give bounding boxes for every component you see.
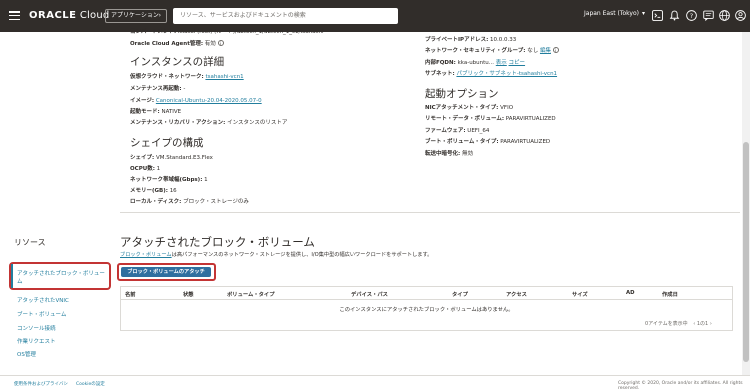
column-header-state[interactable]: 状態 bbox=[183, 290, 194, 298]
column-header-type[interactable]: タイプ bbox=[452, 290, 468, 298]
search-input[interactable]: リソース、サービスおよびドキュメントの検索 bbox=[173, 8, 398, 24]
vertical-scrollbar[interactable] bbox=[742, 32, 750, 375]
column-header-access[interactable]: アクセス bbox=[506, 290, 527, 298]
column-header-size[interactable]: サイズ bbox=[572, 290, 588, 298]
bell-icon[interactable] bbox=[669, 10, 680, 21]
info-icon[interactable]: i bbox=[552, 47, 559, 53]
page-footer: 使用条件およびプライバシ Cookieの設定 Copyright © 2020,… bbox=[0, 375, 750, 390]
image-link[interactable]: Canonical-Ubuntu-20.04-2020.05.07-0 bbox=[156, 98, 262, 104]
block-volumes-table: 名前 状態 ボリューム・タイプ デバイス・パス タイプ アクセス サイズ AD … bbox=[120, 286, 733, 331]
attach-button-highlight: ブロック・ボリュームのアタッチ bbox=[117, 263, 216, 281]
nsg-edit-link[interactable]: 編集 bbox=[540, 48, 551, 54]
instance-details-heading: インスタンスの詳細 bbox=[130, 56, 225, 68]
column-header-device-path[interactable]: デバイス・パス bbox=[351, 290, 388, 298]
sidebar-item-console-connections[interactable]: コンソール接続 bbox=[17, 324, 56, 332]
copyright-text: Copyright © 2020, Oracle and/or its affi… bbox=[618, 381, 743, 390]
nic-row: NICアタッチメント・タイプ: VFIO bbox=[425, 105, 514, 111]
item-count: 0アイテムを表示中 bbox=[645, 321, 688, 327]
empty-table-message: このインスタンスにアタッチされたブロック・ボリュームはありません。 bbox=[339, 307, 514, 313]
active-indicator bbox=[11, 264, 13, 288]
chevron-down-icon: ▾ bbox=[641, 10, 645, 17]
vcn-row: 仮想クラウド・ネットワーク: tsahashi-vcn1 bbox=[130, 74, 244, 80]
pagination: 0アイテムを表示中 ‹ 1の1 › bbox=[645, 320, 712, 327]
sidebar-item-boot-volume[interactable]: ブート・ボリューム bbox=[17, 310, 66, 318]
chevron-right-icon[interactable]: › bbox=[710, 321, 712, 327]
boot-volume-type-row: ブート・ボリューム・タイプ: PARAVIRTUALIZED bbox=[425, 139, 551, 145]
sidebar-item-attached-block-volumes[interactable]: アタッチされたブロック・ボリューム bbox=[9, 262, 111, 290]
column-header-volume-type[interactable]: ボリューム・タイプ bbox=[227, 290, 275, 298]
bandwidth-row: ネットワーク帯域幅(Gbps): 1 bbox=[130, 177, 208, 183]
scrollbar-thumb[interactable] bbox=[743, 142, 749, 362]
hamburger-menu-icon[interactable] bbox=[9, 11, 20, 21]
ocpu-row: OCPU数: 1 bbox=[130, 166, 161, 172]
firmware-row: ファームウェア: UEFI_64 bbox=[425, 128, 490, 134]
column-header-name[interactable]: 名前 bbox=[125, 290, 136, 298]
maintenance-row: メンテナンス再起動: - bbox=[130, 86, 186, 92]
table-header: 名前 状態 ボリューム・タイプ デバイス・パス タイプ アクセス サイズ AD … bbox=[121, 287, 732, 300]
terms-privacy-link[interactable]: 使用条件およびプライバシ bbox=[14, 381, 68, 387]
private-ip-row: プライベートIPアドレス: 10.0.0.33 bbox=[425, 37, 517, 43]
subnet-row: サブネット: パブリック・サブネット-tsahashi-vcn1 bbox=[425, 71, 558, 77]
cloud-shell-icon[interactable] bbox=[652, 10, 663, 21]
column-header-created[interactable]: 作成日 bbox=[662, 290, 678, 298]
chevron-left-icon[interactable]: ‹ bbox=[693, 321, 695, 327]
shape-config-heading: シェイプの構成 bbox=[130, 137, 204, 149]
top-navigation-bar: ORACLE Cloud アプリケーション › リソース、サービスおよびドキュメン… bbox=[0, 0, 750, 32]
agent-row: Oracle Cloud Agent管理: 有効 i bbox=[130, 39, 224, 47]
block-volume-docs-link[interactable]: ブロック・ボリューム bbox=[120, 252, 172, 258]
page-indicator: 1の1 bbox=[696, 321, 709, 327]
oracle-cloud-logo[interactable]: ORACLE Cloud bbox=[29, 10, 109, 21]
shape-row: シェイプ: VM.Standard.E3.Flex bbox=[130, 155, 213, 161]
memory-row: メモリー(GB): 16 bbox=[130, 188, 177, 194]
section-description: ブロック・ボリュームは高パフォーマンスのネットワーク・ストレージを提供し、I/O… bbox=[120, 252, 433, 258]
fqdn-row: 内部FQDN: kka-ubuntu... 表示 コピー bbox=[425, 60, 526, 66]
globe-icon[interactable] bbox=[719, 10, 730, 21]
launch-mode-row: 起動モード: NATIVE bbox=[130, 109, 182, 115]
sidebar-item-work-requests[interactable]: 作業リクエスト bbox=[17, 337, 56, 345]
info-icon[interactable]: i bbox=[217, 40, 224, 46]
user-icon[interactable] bbox=[735, 10, 746, 21]
applications-button[interactable]: アプリケーション › bbox=[105, 9, 167, 23]
remote-data-row: リモート・データ・ボリューム: PARAVIRTUALIZED bbox=[425, 116, 556, 122]
fqdn-copy-link[interactable]: コピー bbox=[509, 60, 526, 66]
subnet-link[interactable]: パブリック・サブネット-tsahashi-vcn1 bbox=[456, 71, 557, 77]
help-icon[interactable]: ? bbox=[686, 10, 697, 21]
svg-text:?: ? bbox=[690, 12, 693, 20]
launch-options-heading: 起動オプション bbox=[425, 88, 499, 100]
cookie-settings-link[interactable]: Cookieの設定 bbox=[76, 381, 105, 387]
sidebar-item-attached-vnics[interactable]: アタッチされたVNIC bbox=[17, 296, 69, 304]
chevron-right-icon: › bbox=[158, 12, 161, 19]
page-section-title: アタッチされたブロック・ボリューム bbox=[120, 235, 315, 249]
fqdn-show-link[interactable]: 表示 bbox=[496, 60, 507, 66]
local-disk-row: ローカル・ディスク: ブロック・ストレージのみ bbox=[130, 199, 249, 205]
maint-recovery-row: メンテナンス・リカバリ・アクション: インスタンスのリストア bbox=[130, 120, 288, 126]
image-row: イメージ: Canonical-Ubuntu-20.04-2020.05.07-… bbox=[130, 98, 262, 104]
column-header-ad[interactable]: AD bbox=[626, 290, 635, 296]
sidebar-item-os-management[interactable]: OS管理 bbox=[17, 350, 36, 358]
transit-encryption-row: 転送中暗号化: 無効 bbox=[425, 151, 473, 157]
nsg-row: ネットワーク・セキュリティ・グループ: なし 編集 i bbox=[425, 46, 559, 54]
attach-block-volume-button[interactable]: ブロック・ボリュームのアタッチ bbox=[121, 267, 211, 277]
vcn-link[interactable]: tsahashi-vcn1 bbox=[205, 74, 243, 80]
chat-icon[interactable] bbox=[703, 10, 714, 21]
region-selector[interactable]: Japan East (Tokyo) ▾ bbox=[584, 10, 645, 17]
compartment-row: コンパートメント: kkasoi (root) (ルート)/dbtech_1/d… bbox=[130, 29, 324, 35]
resources-heading: リソース bbox=[14, 238, 46, 247]
section-divider bbox=[120, 212, 740, 213]
